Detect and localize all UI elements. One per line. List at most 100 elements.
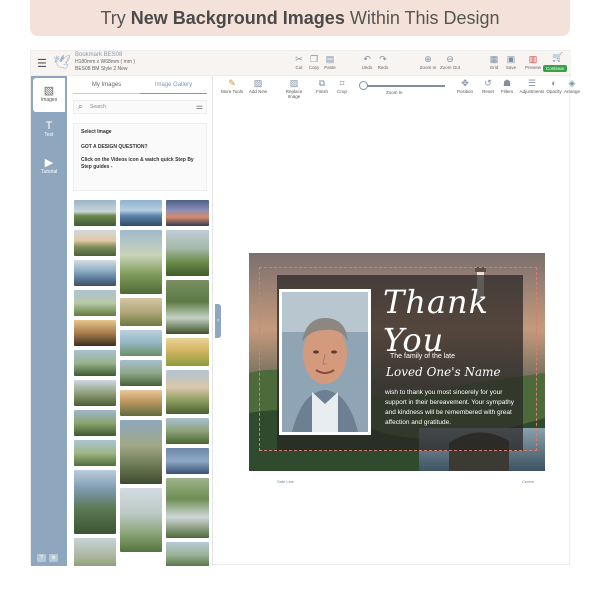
collapse-panel-handle[interactable]: ‹ (215, 304, 221, 338)
gallery-image[interactable] (120, 390, 162, 416)
continue-button[interactable]: Continue (542, 65, 567, 72)
gallery-image[interactable] (74, 410, 116, 436)
panel-tabs: My Images Image Gallery (73, 82, 207, 94)
centre-label: Centre (522, 479, 535, 484)
gallery-image[interactable] (166, 448, 209, 474)
gallery-image[interactable] (74, 440, 116, 466)
save-button[interactable]: ▣ Save (501, 54, 521, 70)
cart-icon: 🛒 (552, 52, 564, 62)
preview-button[interactable]: ▥ Preview (523, 54, 543, 70)
promo-banner: Try New Background Images Within This De… (30, 0, 570, 36)
banner-bold: New Background Images (130, 7, 345, 28)
gallery-image[interactable] (120, 230, 162, 294)
redo-button[interactable]: ↷ Redo (373, 54, 393, 70)
editor-app: ☰ 🕊 Bookmark BES08 H180mm x W68mm ( mm )… (30, 50, 580, 566)
gallery-image[interactable] (74, 538, 116, 566)
thank-you-heading[interactable]: Thank You (383, 283, 545, 359)
text-icon: T (45, 120, 53, 132)
position-button[interactable]: ✥ Position (454, 78, 476, 94)
gallery-image[interactable] (120, 330, 162, 356)
tab-image-gallery[interactable]: Image Gallery (140, 82, 207, 94)
search-icon: ⌕ (78, 102, 83, 111)
info-body: Click on the Videos icon & watch quick S… (81, 157, 194, 170)
background-image[interactable]: Thank You The family of the late Loved O… (249, 253, 545, 471)
gallery-image[interactable] (74, 260, 116, 286)
message-text[interactable]: wish to thank you most sincerely for you… (385, 388, 520, 428)
replace-image-icon: ▨ (289, 78, 299, 88)
safe-line-label: Safe Line (277, 479, 294, 484)
gallery-image[interactable] (166, 230, 209, 276)
replace-image-button[interactable]: ▨ Replace Image (279, 78, 309, 99)
save-icon: ▣ (506, 54, 516, 64)
portrait-photo[interactable] (282, 292, 368, 432)
crop-button[interactable]: ⌗ Crop (331, 78, 353, 94)
paste-icon: ▤ (325, 54, 335, 64)
rail-item-text[interactable]: T Text (33, 114, 65, 148)
gallery-image[interactable] (74, 470, 116, 534)
doc-style: BES08 BM Style 2 New (75, 66, 128, 72)
search-input[interactable]: ⌕ Search ⚌ (73, 100, 207, 114)
crop-icon: ⌗ (339, 78, 345, 88)
left-rail: ▧ Images T Text ▶ Tutorial ? ⚙ (31, 76, 67, 566)
settings-icon[interactable]: ⚙ (49, 554, 58, 562)
finish-button[interactable]: ⧉ Finish (311, 78, 333, 94)
search-placeholder: Search (90, 104, 106, 110)
gallery-image[interactable] (166, 418, 209, 444)
filters-button[interactable]: ☗ Filters (496, 78, 518, 94)
adjustments-button[interactable]: ☰ Adjustments (519, 78, 545, 94)
gallery-image[interactable] (120, 360, 162, 386)
filters-icon: ☗ (502, 78, 512, 88)
gallery-image[interactable] (74, 230, 116, 256)
info-title: Select Image (81, 129, 112, 135)
banner-suffix: Within This Design (349, 7, 500, 28)
zoom-in-icon: ⊕ (424, 54, 432, 64)
zoom-slider-track[interactable] (363, 85, 445, 87)
menu-icon[interactable]: ☰ (37, 57, 47, 70)
gallery-image[interactable] (166, 542, 209, 566)
gallery-image[interactable] (74, 200, 116, 226)
zoom-out-button[interactable]: ⊖ Zoom Out (440, 54, 460, 70)
gallery-image[interactable] (120, 420, 162, 484)
document-info: Bookmark BES08 H180mm x W68mm ( mm ) BES… (75, 52, 135, 73)
redo-icon: ↷ (379, 54, 387, 64)
more-tools-button[interactable]: ✎ More Tools (221, 78, 243, 94)
info-box: Select Image GOT A DESIGN QUESTION? Clic… (73, 123, 207, 191)
help-icon[interactable]: ? (37, 554, 46, 562)
filter-icon[interactable]: ⚌ (196, 102, 203, 112)
gallery-image[interactable] (74, 380, 116, 406)
gallery-image[interactable] (166, 370, 209, 414)
gallery-image[interactable] (74, 320, 116, 346)
add-image-icon: ▨ (253, 78, 263, 88)
arrange-button[interactable]: ◈ Arrange (561, 78, 583, 94)
paste-button[interactable]: ▤ Paste (320, 54, 340, 70)
add-new-button[interactable]: ▨ Add New (247, 78, 269, 94)
tab-my-images[interactable]: My Images (73, 82, 140, 94)
image-toolbar: ✎ More Tools ▨ Add New ▨ Replace Image ⧉ Fin… (221, 78, 580, 100)
images-icon: ▧ (43, 85, 55, 97)
gallery-image[interactable] (74, 350, 116, 376)
gallery-image[interactable] (74, 290, 116, 316)
zoom-in-button[interactable]: ⊕ Zoom In (418, 54, 438, 70)
design-canvas[interactable]: Thank You The family of the late Loved O… (249, 253, 545, 484)
doc-name: Bookmark BES08 (75, 52, 123, 58)
portrait-frame[interactable] (279, 289, 371, 435)
top-bar: ☰ 🕊 Bookmark BES08 H180mm x W68mm ( mm )… (31, 51, 571, 76)
preview-icon: ▥ (528, 54, 538, 64)
gallery-image[interactable] (166, 338, 209, 366)
gallery-image[interactable] (166, 478, 209, 538)
rail-item-tutorial[interactable]: ▶ Tutorial (33, 150, 65, 184)
loved-one-name[interactable]: Loved One's Name (386, 365, 501, 379)
gallery-image[interactable] (120, 298, 162, 326)
dove-logo-icon: 🕊 (53, 54, 71, 70)
layers-icon: ◈ (568, 78, 576, 88)
family-line[interactable]: The family of the late (390, 353, 455, 360)
gallery-image[interactable] (120, 488, 162, 552)
banner-prefix: Try (100, 7, 126, 28)
zoom-slider-handle[interactable] (359, 81, 368, 90)
gallery-image[interactable] (166, 200, 209, 226)
rail-footer: ? ⚙ (37, 554, 58, 562)
gallery-image[interactable] (120, 200, 162, 226)
rail-item-images[interactable]: ▧ Images (33, 78, 65, 112)
gallery-image[interactable] (166, 280, 209, 334)
doc-size: H180mm x W68mm ( mm ) (75, 59, 135, 65)
